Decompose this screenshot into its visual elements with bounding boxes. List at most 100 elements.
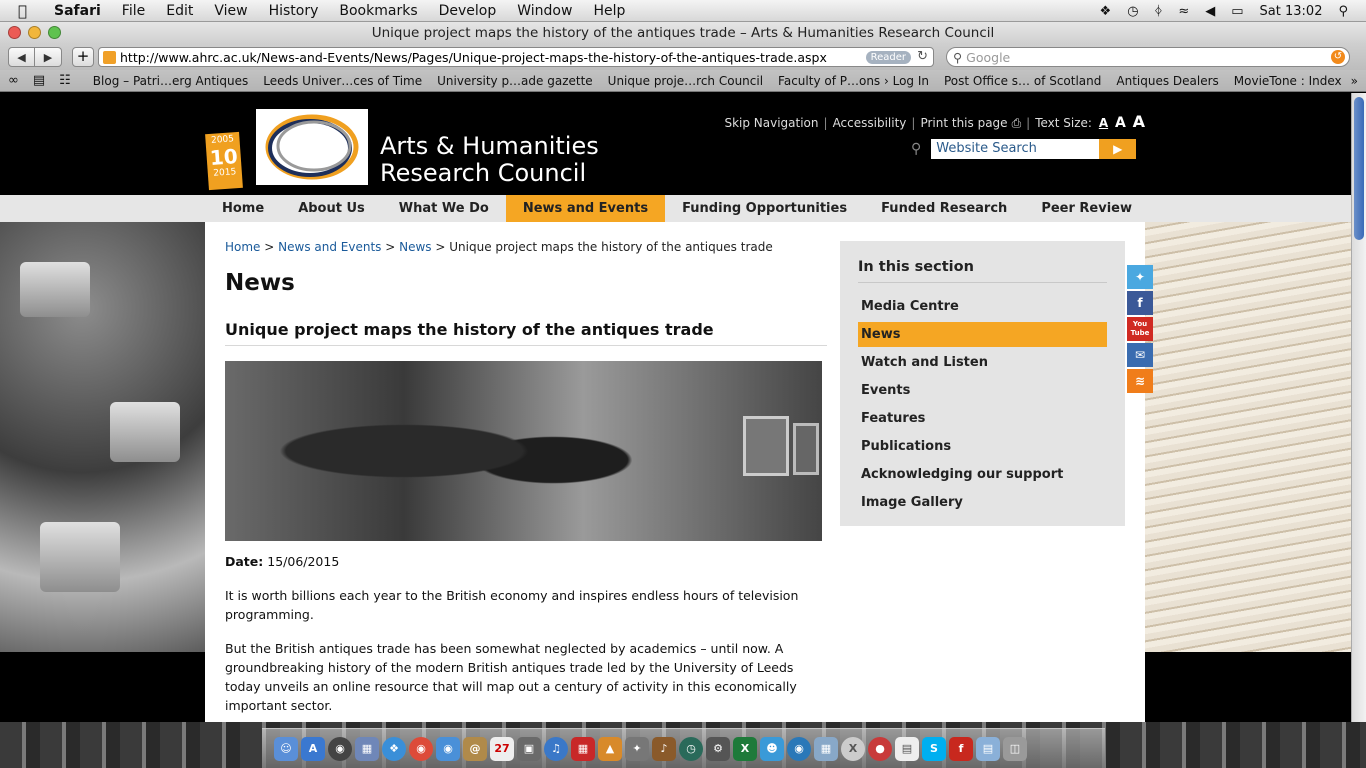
utility-icon[interactable]: ✦: [625, 736, 649, 761]
safari-icon[interactable]: ❖: [382, 736, 406, 761]
document-icon[interactable]: ▤: [895, 736, 919, 761]
page-scrollbar[interactable]: [1351, 93, 1366, 722]
bookmark-item[interactable]: MovieTone : Index: [1234, 74, 1342, 88]
photo-booth-icon[interactable]: ▣: [517, 736, 541, 761]
bookmark-item[interactable]: Leeds Univer…ces of Time: [263, 74, 422, 88]
app-store-icon[interactable]: A: [301, 736, 325, 761]
sidebar-item-acknowledging-our-support[interactable]: Acknowledging our support: [858, 462, 1107, 487]
sidebar-item-events[interactable]: Events: [858, 378, 1107, 403]
breadcrumb-news-and-events[interactable]: News and Events: [278, 240, 381, 254]
menu-view[interactable]: View: [214, 3, 247, 19]
sidebar-item-news[interactable]: News: [858, 322, 1107, 347]
skip-navigation-link[interactable]: Skip Navigation: [724, 116, 818, 130]
bookmark-item[interactable]: Blog – Patri…erg Antiques: [93, 74, 248, 88]
bookmark-item[interactable]: Unique proje…rch Council: [608, 74, 763, 88]
menu-edit[interactable]: Edit: [166, 3, 193, 19]
add-bookmark-button[interactable]: +: [72, 47, 94, 67]
dropbox-icon[interactable]: ❖: [1100, 4, 1112, 19]
bookmark-item[interactable]: Post Office s… of Scotland: [944, 74, 1101, 88]
text-size-medium[interactable]: A: [1115, 115, 1126, 131]
garageband-icon[interactable]: ♪: [652, 736, 676, 761]
photo-app-icon[interactable]: ▦: [571, 736, 595, 761]
sidebar-item-publications[interactable]: Publications: [858, 434, 1107, 459]
game-center-icon[interactable]: ●: [868, 736, 892, 761]
menu-file[interactable]: File: [122, 3, 145, 19]
reading-list-icon[interactable]: ∞: [8, 73, 19, 88]
ahrc-logo[interactable]: [256, 109, 368, 185]
nav-what-we-do[interactable]: What We Do: [382, 195, 506, 222]
nav-funding-opportunities[interactable]: Funding Opportunities: [665, 195, 864, 222]
system-preferences-icon[interactable]: ⚙: [706, 736, 730, 761]
clock[interactable]: Sat 13:02: [1260, 4, 1323, 19]
sidebar-item-watch-and-listen[interactable]: Watch and Listen: [858, 350, 1107, 375]
iphoto-icon[interactable]: ▲: [598, 736, 622, 761]
close-window-button[interactable]: [8, 26, 21, 39]
bookmark-item[interactable]: University p…ade gazette: [437, 74, 593, 88]
flash-icon[interactable]: f: [949, 736, 973, 761]
menu-bookmarks[interactable]: Bookmarks: [339, 3, 417, 19]
bookmark-item[interactable]: Faculty of P…ons › Log In: [778, 74, 929, 88]
accessibility-link[interactable]: Accessibility: [833, 116, 907, 130]
forward-button[interactable]: ▶: [35, 47, 62, 67]
top-sites-grid-icon[interactable]: ☷: [59, 73, 71, 88]
finder-icon[interactable]: ☺: [274, 736, 298, 761]
wifi-icon[interactable]: ≈: [1178, 4, 1189, 19]
facebook-icon[interactable]: f: [1127, 291, 1153, 315]
network-icon[interactable]: ◉: [787, 736, 811, 761]
sidebar-item-image-gallery[interactable]: Image Gallery: [858, 490, 1107, 515]
menu-window[interactable]: Window: [517, 3, 572, 19]
applications-folder-icon[interactable]: ▤: [976, 736, 1000, 761]
bluetooth-icon[interactable]: ᛄ: [1155, 4, 1163, 19]
trash-icon[interactable]: ◫: [1003, 736, 1027, 761]
ichat-icon[interactable]: ◉: [436, 736, 460, 761]
reload-icon[interactable]: ↻: [917, 49, 928, 64]
text-size-large[interactable]: A: [1133, 112, 1145, 131]
time-machine-icon[interactable]: ◷: [679, 736, 703, 761]
menu-help[interactable]: Help: [593, 3, 625, 19]
messenger-icon[interactable]: ☻: [760, 736, 784, 761]
zoom-window-button[interactable]: [48, 26, 61, 39]
address-url[interactable]: http://www.ahrc.ac.uk/News-and-Events/Ne…: [120, 50, 827, 65]
address-book-icon[interactable]: @: [463, 736, 487, 761]
battery-icon[interactable]: ▭: [1231, 4, 1243, 19]
text-size-small[interactable]: A: [1099, 116, 1108, 130]
calendar-icon[interactable]: 27: [490, 736, 514, 761]
twitter-icon[interactable]: ✦: [1127, 265, 1153, 289]
sidebar-item-media-centre[interactable]: Media Centre: [858, 294, 1107, 319]
reader-button[interactable]: Reader: [865, 51, 911, 64]
breadcrumb-home[interactable]: Home: [225, 240, 260, 254]
skype-icon[interactable]: S: [922, 736, 946, 761]
youtube-icon[interactable]: You Tube: [1127, 317, 1153, 341]
apple-menu-icon[interactable]: : [18, 2, 36, 20]
site-name[interactable]: Arts & Humanities Research Council: [380, 133, 599, 187]
printer-icon[interactable]: ⎙: [1012, 116, 1022, 131]
image-capture-icon[interactable]: ▦: [814, 736, 838, 761]
preview-icon[interactable]: ▦: [355, 736, 379, 761]
menu-history[interactable]: History: [269, 3, 319, 19]
nav-about-us[interactable]: About Us: [281, 195, 382, 222]
website-search-input[interactable]: Website Search: [931, 139, 1100, 159]
breadcrumb-news[interactable]: News: [399, 240, 431, 254]
x11-icon[interactable]: X: [841, 736, 865, 761]
search-go-icon[interactable]: ↺: [1331, 50, 1345, 64]
dashboard-icon[interactable]: ◉: [328, 736, 352, 761]
bookmarks-book-icon[interactable]: ▤: [33, 73, 45, 88]
volume-icon[interactable]: ◀: [1205, 4, 1215, 19]
nav-news-and-events[interactable]: News and Events: [505, 195, 666, 222]
menu-app-name[interactable]: Safari: [54, 3, 101, 19]
nav-home[interactable]: Home: [205, 195, 281, 222]
bookmark-item[interactable]: Antiques Dealers: [1116, 74, 1218, 88]
excel-icon[interactable]: X: [733, 736, 757, 761]
nav-peer-review[interactable]: Peer Review: [1024, 195, 1149, 222]
print-link[interactable]: Print this page: [920, 116, 1007, 130]
scrollbar-thumb[interactable]: [1354, 97, 1364, 240]
back-button[interactable]: ◀: [8, 47, 35, 67]
bookmarks-overflow-icon[interactable]: »: [1351, 74, 1358, 88]
sidebar-item-features[interactable]: Features: [858, 406, 1107, 431]
chrome-icon[interactable]: ◉: [409, 736, 433, 761]
minimize-window-button[interactable]: [28, 26, 41, 39]
address-bar[interactable]: http://www.ahrc.ac.uk/News-and-Events/Ne…: [98, 47, 934, 67]
browser-search-field[interactable]: ⚲ Google ↺: [946, 47, 1350, 67]
itunes-icon[interactable]: ♫: [544, 736, 568, 761]
nav-funded-research[interactable]: Funded Research: [864, 195, 1024, 222]
